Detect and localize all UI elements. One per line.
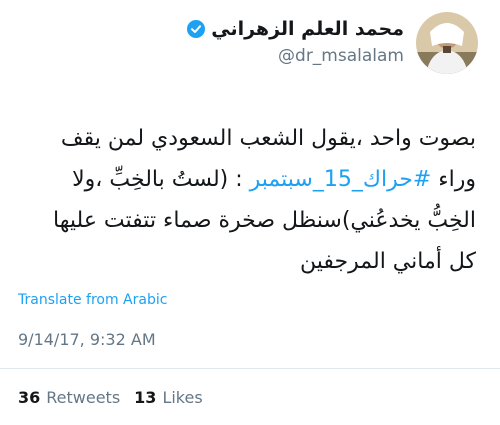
retweets-stat[interactable]: 36 Retweets — [18, 388, 120, 407]
likes-stat[interactable]: 13 Likes — [134, 388, 203, 407]
retweets-label: Retweets — [46, 388, 121, 407]
author-name-row: محمد العلم الزهراني — [187, 18, 404, 40]
profile-photo-icon — [416, 12, 478, 74]
tweet-header: محمد العلم الزهراني @dr_msalalam — [0, 0, 500, 90]
hashtag-link[interactable]: #حراك_15_سبتمبر — [250, 167, 432, 192]
tweet-timestamp[interactable]: 9/14/17, 9:32 AM — [18, 330, 156, 349]
likes-count: 13 — [134, 388, 157, 407]
display-name[interactable]: محمد العلم الزهراني — [211, 18, 404, 40]
avatar[interactable] — [416, 12, 478, 74]
retweets-count: 36 — [18, 388, 41, 407]
translate-link[interactable]: Translate from Arabic — [18, 292, 167, 308]
tweet-text: بصوت واحد ،يقول الشعب السعودي لمن يقف ور… — [21, 118, 476, 282]
tweet-stats: 36 Retweets 13 Likes — [18, 388, 203, 407]
author-handle[interactable]: @dr_msalalam — [278, 46, 404, 66]
divider — [0, 368, 500, 369]
likes-label: Likes — [162, 388, 203, 407]
verified-badge-icon — [187, 20, 206, 38]
